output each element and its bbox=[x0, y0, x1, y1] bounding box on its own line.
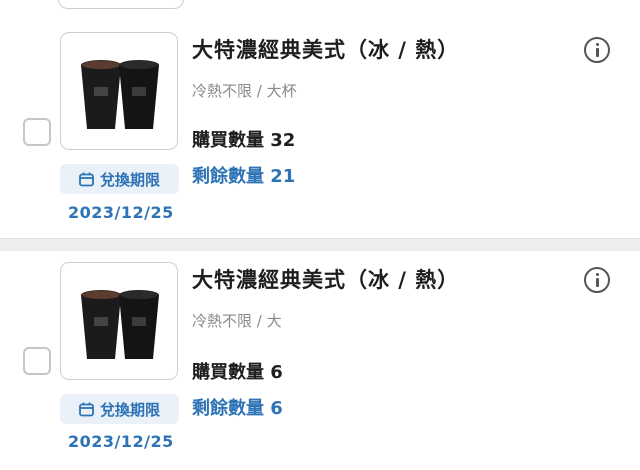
expiry-date: 2023/12/25 bbox=[68, 203, 174, 222]
product-title: 大特濃經典美式（冰 / 熱） bbox=[192, 38, 460, 62]
product-subtitle: 冷熱不限 / 大 bbox=[192, 312, 282, 330]
product-image bbox=[60, 32, 178, 150]
select-checkbox[interactable] bbox=[23, 347, 51, 375]
product-title: 大特濃經典美式（冰 / 熱） bbox=[192, 268, 460, 292]
redeem-deadline-label: 兌換期限 bbox=[99, 170, 160, 189]
remaining-quantity: 剩餘數量 6 bbox=[192, 398, 283, 419]
purchase-quantity: 購買數量 32 bbox=[192, 130, 296, 151]
redeem-deadline-badge: 兌換期限 bbox=[60, 394, 179, 424]
redeem-deadline-label: 兌換期限 bbox=[99, 400, 160, 419]
info-icon[interactable] bbox=[584, 37, 610, 63]
previous-card-edge bbox=[0, 0, 640, 14]
calendar-icon bbox=[79, 172, 94, 186]
product-card: 兌換期限 2023/12/25 大特濃經典美式（冰 / 熱） 冷熱不限 / 大杯… bbox=[0, 18, 640, 238]
purchase-quantity: 購買數量 6 bbox=[192, 362, 283, 383]
calendar-icon bbox=[79, 402, 94, 416]
product-image bbox=[60, 262, 178, 380]
product-subtitle: 冷熱不限 / 大杯 bbox=[192, 82, 297, 100]
select-checkbox[interactable] bbox=[23, 118, 51, 146]
redeem-deadline-badge: 兌換期限 bbox=[60, 164, 179, 194]
coffee-cups-icon bbox=[81, 60, 159, 129]
expiry-date: 2023/12/25 bbox=[68, 432, 174, 451]
product-card: 兌換期限 2023/12/25 大特濃經典美式（冰 / 熱） 冷熱不限 / 大 … bbox=[0, 250, 640, 470]
coffee-cups-icon bbox=[81, 290, 159, 359]
remaining-quantity: 剩餘數量 21 bbox=[192, 166, 296, 187]
info-icon[interactable] bbox=[584, 267, 610, 293]
